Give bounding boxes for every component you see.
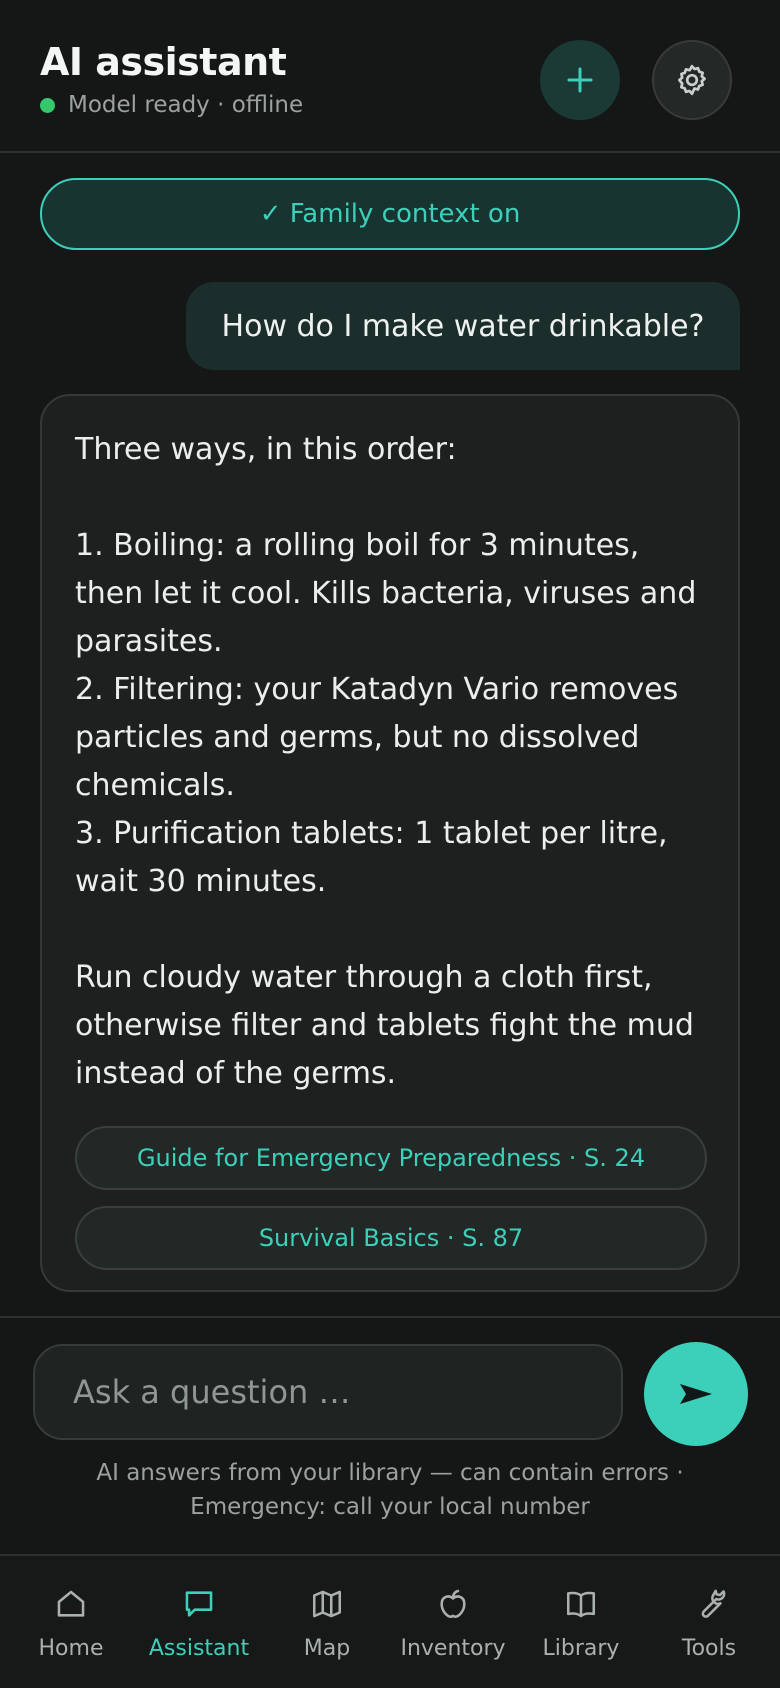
user-message-text: How do I make water drinkable? — [221, 308, 705, 344]
model-status: Model ready · offline — [40, 92, 303, 118]
source-chip[interactable]: Survival Basics · S. 87 — [75, 1206, 707, 1270]
assistant-message-text: Three ways, in this order: 1. Boiling: a… — [75, 432, 697, 1091]
nav-label: Tools — [681, 1636, 737, 1661]
nav-label: Library — [542, 1636, 620, 1661]
disclaimer: AI answers from your library — can conta… — [40, 1456, 740, 1524]
disclaimer-line: Emergency: call your local number — [190, 1494, 590, 1520]
send-button[interactable] — [644, 1342, 748, 1446]
wrench-icon — [701, 1589, 726, 1618]
family-context-toggle[interactable]: ✓ Family context on — [40, 178, 740, 250]
nav-label: Home — [38, 1636, 104, 1661]
disclaimer-line: AI answers from your library — can conta… — [96, 1460, 684, 1486]
home-icon — [57, 1590, 85, 1617]
nav-item-tools[interactable]: Tools — [644, 1556, 774, 1688]
nav-item-library[interactable]: Library — [516, 1556, 646, 1688]
app-header: AI assistant Model ready · offline — [0, 0, 780, 153]
send-icon — [680, 1384, 712, 1404]
source-chip-label: Survival Basics · S. 87 — [258, 1224, 524, 1252]
question-input[interactable] — [33, 1344, 623, 1440]
model-status-text: Model ready · offline — [68, 92, 304, 118]
composer: AI answers from your library — can conta… — [0, 1316, 780, 1554]
nav-label: Assistant — [148, 1636, 250, 1661]
user-message: How do I make water drinkable? — [186, 282, 740, 370]
family-context-label: ✓ Family context on — [259, 199, 521, 229]
book-icon — [566, 1591, 596, 1618]
bottom-nav: Home Assistant Map Inventory Library Too… — [0, 1554, 780, 1688]
apple-icon — [440, 1589, 466, 1619]
source-chip[interactable]: Guide for Emergency Preparedness · S. 24 — [75, 1126, 707, 1190]
nav-item-home[interactable]: Home — [6, 1556, 136, 1688]
page-title: AI assistant — [40, 40, 287, 84]
nav-item-assistant[interactable]: Assistant — [134, 1556, 264, 1688]
assistant-message: Three ways, in this order: 1. Boiling: a… — [40, 394, 740, 1292]
nav-item-map[interactable]: Map — [262, 1556, 392, 1688]
chat-icon — [185, 1591, 213, 1617]
source-chip-label: Guide for Emergency Preparedness · S. 24 — [136, 1144, 646, 1172]
nav-label: Map — [303, 1636, 351, 1661]
map-icon — [312, 1590, 342, 1618]
gear-icon — [678, 64, 706, 96]
plus-icon — [567, 67, 593, 93]
nav-item-inventory[interactable]: Inventory — [388, 1556, 518, 1688]
new-chat-button[interactable] — [540, 40, 620, 120]
settings-button[interactable] — [652, 40, 732, 120]
nav-label: Inventory — [400, 1636, 506, 1661]
status-dot-icon — [40, 97, 55, 113]
